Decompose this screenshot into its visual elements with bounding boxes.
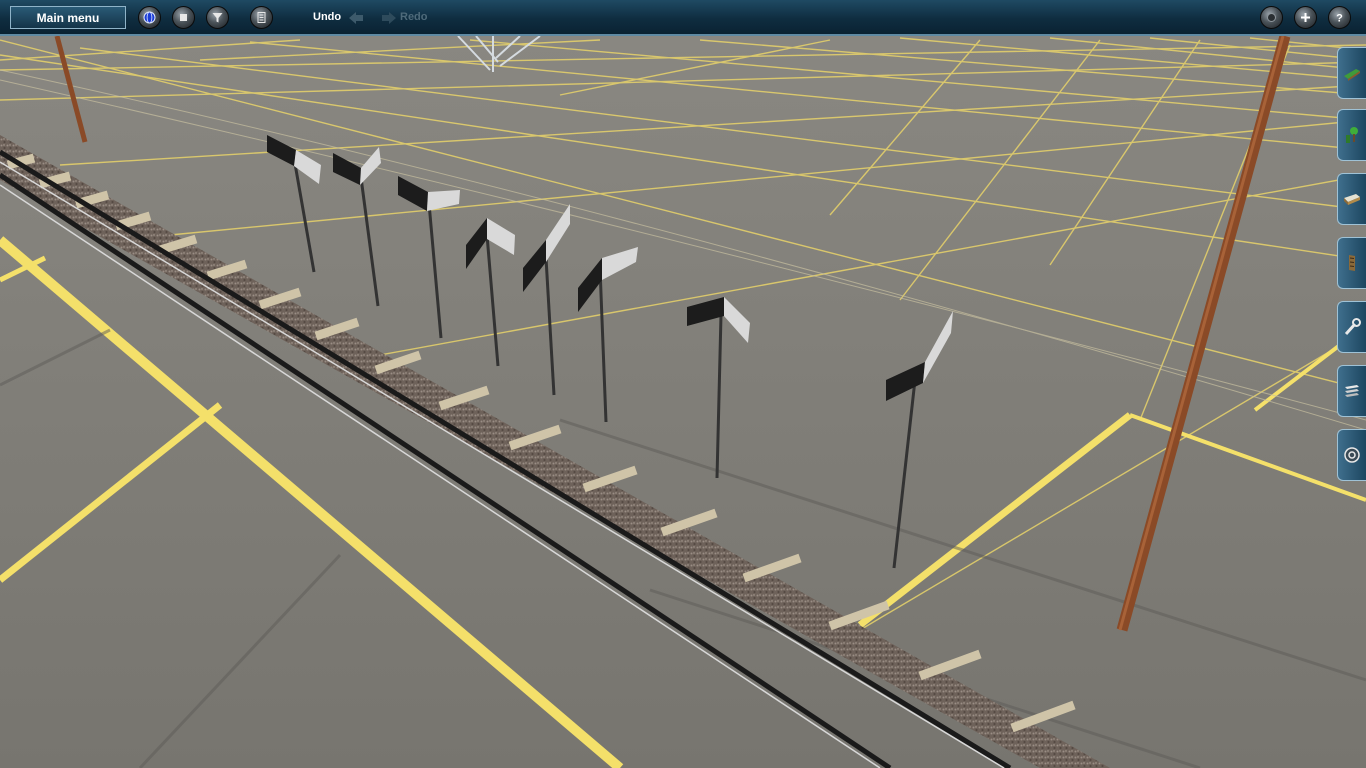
stop-button[interactable] — [172, 6, 195, 29]
settings-icon — [1344, 447, 1360, 463]
globe-button[interactable] — [138, 6, 161, 29]
scenery-icon — [1346, 127, 1358, 143]
plus-icon — [1301, 13, 1310, 22]
rail-vehicle-icon — [1349, 255, 1355, 271]
viewport-3d[interactable] — [0, 0, 1366, 768]
redo-button: Redo — [400, 11, 428, 23]
track-laying-icon — [1344, 69, 1360, 81]
scenery-tab[interactable] — [1337, 109, 1366, 161]
filter-icon — [212, 13, 223, 23]
tools-tab[interactable] — [1337, 301, 1366, 353]
redo-arrow-icon — [382, 12, 396, 24]
help-button[interactable]: ? — [1328, 6, 1351, 29]
camera-icon — [1267, 13, 1276, 22]
filter-button[interactable] — [206, 6, 229, 29]
stop-icon — [180, 14, 187, 21]
help-icon: ? — [1336, 13, 1343, 25]
add-button[interactable] — [1294, 6, 1317, 29]
layers-tab[interactable] — [1337, 365, 1366, 417]
camera-button[interactable] — [1260, 6, 1283, 29]
calculator-icon — [257, 12, 266, 23]
calculator-button[interactable] — [250, 6, 273, 29]
svg-text:?: ? — [1336, 13, 1343, 25]
undo-button[interactable]: Undo — [313, 11, 341, 23]
track-laying-tab[interactable] — [1337, 47, 1366, 99]
ground-plane — [0, 0, 1366, 768]
globe-icon — [143, 11, 156, 24]
main-menu-button[interactable]: Main menu — [10, 6, 126, 29]
train-tab[interactable] — [1337, 173, 1366, 225]
rail-vehicle-tab[interactable] — [1337, 237, 1366, 289]
train-icon — [1344, 194, 1360, 205]
layers-icon — [1345, 385, 1359, 397]
settings-tab[interactable] — [1337, 429, 1366, 481]
tools-icon — [1344, 318, 1361, 336]
undo-arrow-icon[interactable] — [348, 10, 364, 26]
top-toolbar: Main menu Undo Redo ? — [0, 0, 1366, 36]
